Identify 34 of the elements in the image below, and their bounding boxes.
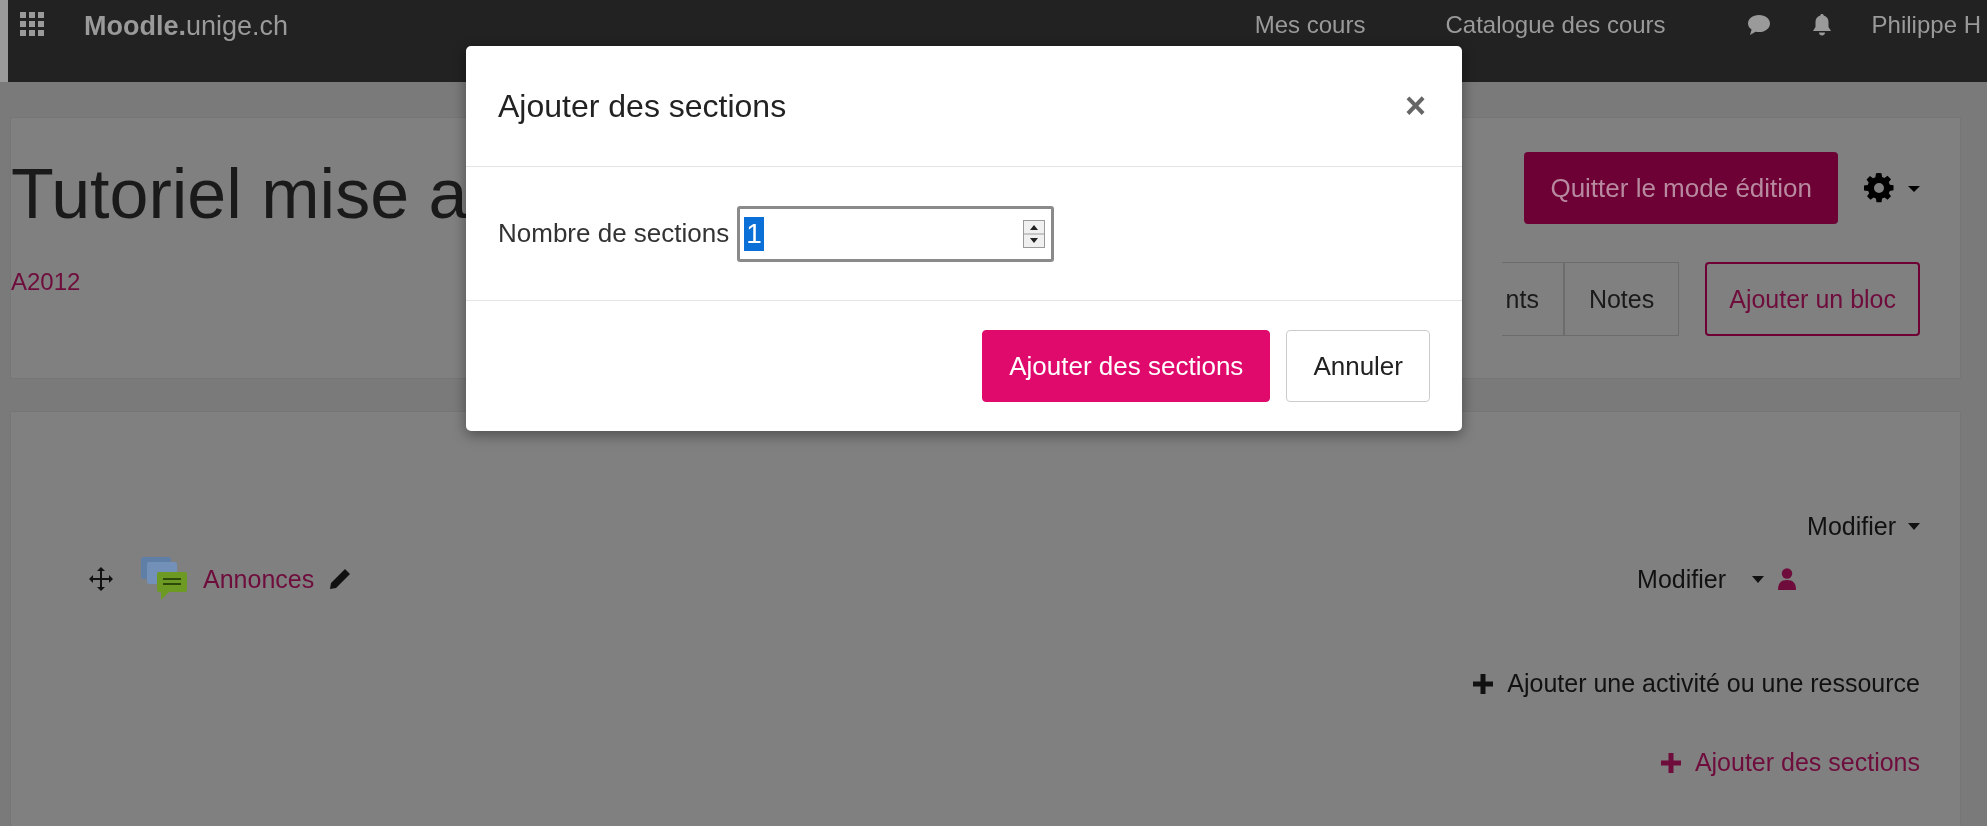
edit-menu[interactable]: Modifier xyxy=(1637,564,1726,594)
course-title: Tutoriel mise a xyxy=(11,154,468,235)
settings-icon[interactable] xyxy=(1864,173,1920,203)
dialog-title: Ajouter des sections xyxy=(498,87,787,125)
course-code-link[interactable]: A2012 xyxy=(11,268,468,296)
number-field[interactable]: 1 xyxy=(737,205,1055,262)
chat-icon[interactable] xyxy=(1745,14,1772,37)
caret-icon xyxy=(1908,523,1920,530)
activity-link[interactable]: Annonces xyxy=(203,564,315,594)
course-nav-button[interactable]: nts xyxy=(1501,262,1564,336)
apps-grid-icon[interactable] xyxy=(20,12,44,36)
add-action-link[interactable]: Ajouter des sections xyxy=(1660,748,1920,777)
course-nav-button[interactable]: Notes xyxy=(1563,262,1680,336)
add-block-button[interactable]: Ajouter un bloc xyxy=(1705,262,1920,336)
field-label: Nombre de sections xyxy=(498,218,730,249)
add-action-link[interactable]: Ajouter une activité ou une ressource xyxy=(1473,669,1920,698)
submit-button[interactable]: Ajouter des sections xyxy=(982,330,1271,402)
exit-edit-mode-button[interactable]: Quitter le mode édition xyxy=(1524,152,1838,224)
bell-icon[interactable] xyxy=(1811,13,1832,38)
forum-icon xyxy=(141,557,189,601)
spinner-icon[interactable] xyxy=(1023,219,1046,248)
site-logo[interactable]: Moodle.unige.ch xyxy=(84,12,289,42)
user-name[interactable]: Philippe H xyxy=(1871,12,1981,39)
edit-menu[interactable]: Modifier xyxy=(1807,512,1896,541)
nav-link[interactable]: Catalogue des cours xyxy=(1445,12,1666,39)
caret-icon xyxy=(1752,575,1764,583)
plus-icon xyxy=(1473,673,1494,694)
pencil-icon[interactable] xyxy=(328,567,353,591)
plus-icon xyxy=(1660,752,1681,773)
close-button[interactable]: × xyxy=(1400,88,1430,124)
move-icon[interactable] xyxy=(89,567,113,591)
cancel-button[interactable]: Annuler xyxy=(1286,330,1430,402)
person-icon[interactable] xyxy=(1778,568,1796,590)
nav-link[interactable]: Mes cours xyxy=(1254,12,1366,39)
